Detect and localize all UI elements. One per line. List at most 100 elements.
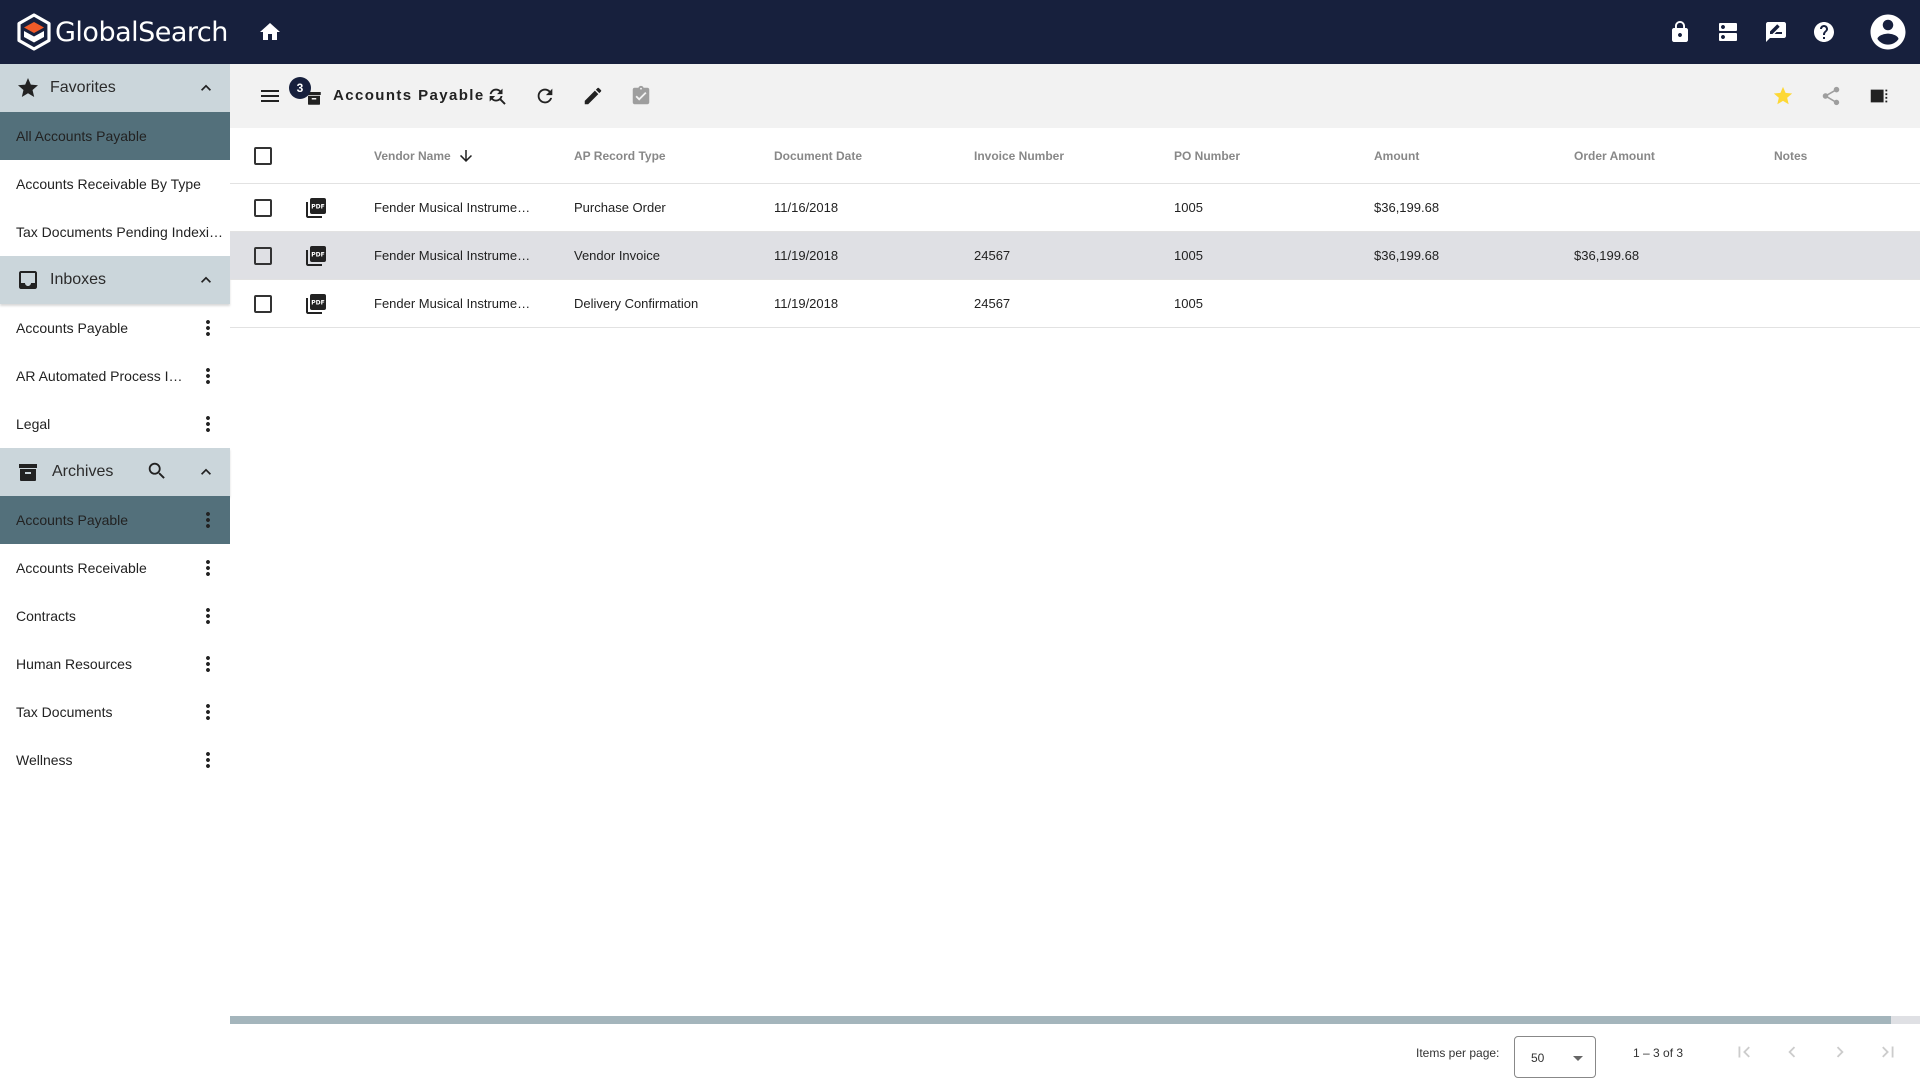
row-checkbox[interactable]	[254, 198, 272, 217]
chevron-up-icon[interactable]	[196, 78, 216, 98]
next-page-button[interactable]	[1828, 1040, 1852, 1064]
vertical-split-icon	[1870, 89, 1888, 103]
items-per-page-label: Items per page:	[1416, 1046, 1500, 1060]
column-header-po-number[interactable]: PO Number	[1174, 128, 1240, 183]
table-header-row: Vendor Name AP Record Type Document Date…	[230, 128, 1920, 184]
help-button[interactable]	[1800, 8, 1848, 56]
sidebar-item-ar-automated-process[interactable]: AR Automated Process Inbox	[0, 352, 230, 400]
last-page-button[interactable]	[1876, 1040, 1900, 1064]
sidebar-item-contracts[interactable]: Contracts	[0, 592, 230, 640]
refresh-button[interactable]	[529, 80, 561, 112]
favorites-section-header[interactable]: Favorites	[0, 64, 230, 112]
results-toolbar: 3 Accounts Payable	[230, 64, 1920, 128]
column-header-document-date[interactable]: Document Date	[774, 128, 862, 183]
more-vert-icon[interactable]	[196, 364, 220, 388]
sidebar-item-tax-documents[interactable]: Tax Documents	[0, 688, 230, 736]
svg-text:PDF: PDF	[311, 203, 324, 210]
approve-button[interactable]	[625, 80, 657, 112]
horizontal-scrollbar[interactable]	[230, 1016, 1920, 1024]
favorite-button[interactable]	[1767, 80, 1799, 112]
sidebar-item-inbox-accounts-payable[interactable]: Accounts Payable	[0, 304, 230, 352]
search-icon[interactable]	[146, 460, 168, 482]
cell-ap-record-type: Purchase Order	[574, 200, 666, 215]
more-vert-icon[interactable]	[196, 316, 220, 340]
items-per-page-value: 50	[1531, 1051, 1545, 1065]
more-vert-icon[interactable]	[196, 604, 220, 628]
cell-vendor-name: Fender Musical Instruments	[374, 296, 534, 311]
sidebar-item-human-resources[interactable]: Human Resources	[0, 640, 230, 688]
sidebar-item-wellness[interactable]: Wellness	[0, 736, 230, 784]
home-button[interactable]	[258, 20, 282, 44]
toggle-preview-panel-button[interactable]	[1863, 80, 1895, 112]
home-icon	[260, 23, 280, 40]
more-vert-icon[interactable]	[196, 412, 220, 436]
table-row[interactable]: PDF Fender Musical Instruments Delivery Co…	[230, 280, 1920, 328]
account-icon	[1870, 14, 1906, 50]
cell-ap-record-type: Delivery Confirmation	[574, 296, 699, 311]
first-page-icon	[1738, 1046, 1750, 1058]
cell-po-number: 1005	[1174, 248, 1203, 263]
column-header-invoice-number[interactable]: Invoice Number	[974, 128, 1064, 183]
archives-title: Archives	[52, 463, 114, 480]
app-logo[interactable]: GlobalSearch	[16, 13, 228, 51]
cell-document-date: 11/19/2018	[774, 296, 839, 311]
pdf-file-icon[interactable]: PDF	[304, 196, 328, 220]
sidebar-item-tax-documents-pending[interactable]: Tax Documents Pending Indexing	[0, 208, 230, 256]
inbox-icon	[19, 271, 37, 289]
cell-po-number: 1005	[1174, 296, 1203, 311]
column-header-notes[interactable]: Notes	[1774, 128, 1807, 183]
search-refresh-button[interactable]	[481, 80, 513, 112]
star-icon	[1773, 86, 1793, 105]
pdf-file-icon[interactable]: PDF	[304, 292, 328, 316]
sidebar-item-accounts-receivable-by-type[interactable]: Accounts Receivable By Type	[0, 160, 230, 208]
more-vert-icon[interactable]	[196, 508, 220, 532]
cell-invoice-number: 24567	[974, 248, 1011, 263]
more-vert-icon[interactable]	[196, 748, 220, 772]
server-button[interactable]	[1704, 8, 1752, 56]
server-icon	[1719, 23, 1737, 41]
more-vert-icon[interactable]	[196, 700, 220, 724]
cell-po-number: 1005	[1174, 200, 1203, 215]
select-all-checkbox[interactable]	[254, 146, 272, 165]
chevron-up-icon[interactable]	[196, 270, 216, 290]
sidebar-item-accounts-receivable[interactable]: Accounts Receivable	[0, 544, 230, 592]
sidebar-item-label: AR Automated Process Inbox	[16, 368, 188, 384]
table-row[interactable]: PDF Fender Musical Instruments Purchase Or…	[230, 184, 1920, 232]
chevron-left-icon	[1788, 1046, 1796, 1058]
more-vert-icon[interactable]	[196, 652, 220, 676]
chevron-up-icon[interactable]	[196, 462, 216, 482]
edit-button[interactable]	[577, 80, 609, 112]
previous-page-button[interactable]	[1780, 1040, 1804, 1064]
globalsearch-logo-icon	[17, 13, 51, 51]
sidebar-item-archive-accounts-payable[interactable]: Accounts Payable	[0, 496, 230, 544]
archives-section-header[interactable]: Archives	[0, 448, 230, 496]
column-header-amount[interactable]: Amount	[1374, 128, 1419, 183]
feedback-button[interactable]	[1752, 8, 1800, 56]
lock-button[interactable]	[1656, 8, 1704, 56]
pdf-file-icon[interactable]: PDF	[304, 244, 328, 268]
items-per-page-select[interactable]: 50	[1514, 1036, 1596, 1078]
first-page-button[interactable]	[1732, 1040, 1756, 1064]
find-replace-icon	[489, 88, 506, 105]
share-icon	[1822, 86, 1840, 106]
row-checkbox[interactable]	[254, 246, 272, 265]
more-vert-icon[interactable]	[196, 556, 220, 580]
sidebar-item-label: All Accounts Payable	[16, 128, 147, 144]
sidebar-item-all-accounts-payable[interactable]: All Accounts Payable	[0, 112, 230, 160]
column-header-order-amount[interactable]: Order Amount	[1574, 128, 1655, 183]
table-row[interactable]: PDF Fender Musical Instruments Vendor Invo…	[230, 232, 1920, 280]
inboxes-section-header[interactable]: Inboxes	[0, 256, 230, 304]
row-checkbox[interactable]	[254, 294, 272, 313]
scrollbar-thumb[interactable]	[230, 1016, 1891, 1024]
column-header-ap-record-type[interactable]: AP Record Type	[574, 128, 666, 183]
sidebar-item-label: Tax Documents Pending Indexing	[16, 224, 224, 240]
help-icon	[1814, 22, 1834, 42]
cell-document-date: 11/19/2018	[774, 248, 839, 263]
account-button[interactable]	[1856, 0, 1920, 64]
share-button[interactable]	[1815, 80, 1847, 112]
menu-button[interactable]	[254, 80, 286, 112]
sidebar-item-legal[interactable]: Legal	[0, 400, 230, 448]
sidebar-item-label: Accounts Payable	[16, 320, 129, 336]
dropdown-arrow-icon	[1573, 1056, 1583, 1061]
column-header-vendor-name[interactable]: Vendor Name	[374, 128, 475, 183]
